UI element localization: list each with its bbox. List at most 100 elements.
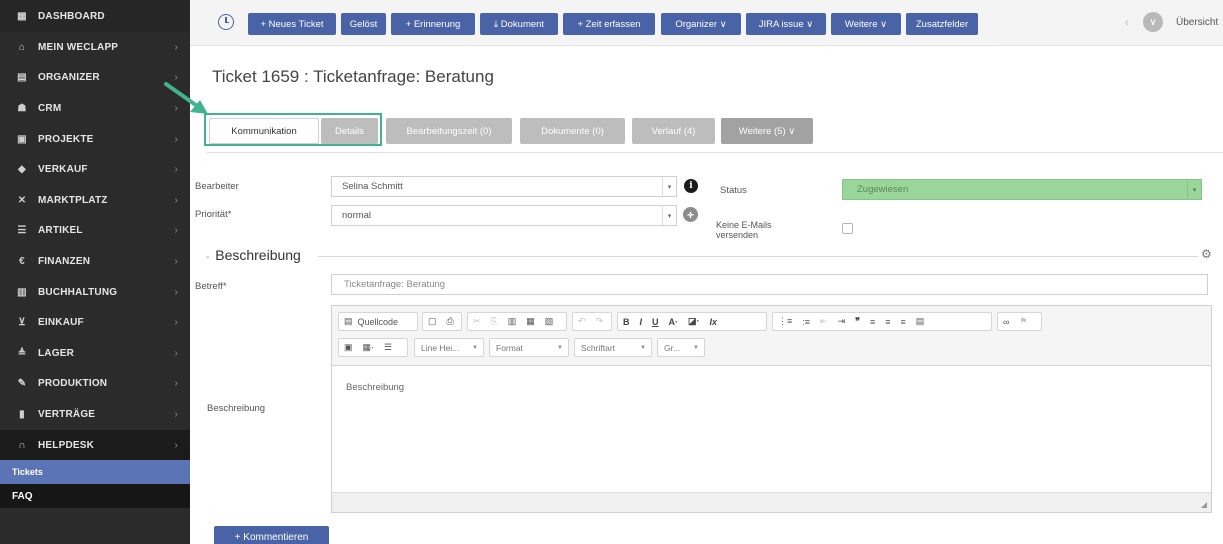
paste-text-icon[interactable]: ▦ [521, 316, 540, 327]
image-icon[interactable]: ▣ [339, 342, 358, 353]
justify-icon[interactable]: ▤ [911, 316, 930, 327]
line-height-dropdown[interactable]: Line Hei... ▼ [414, 338, 484, 357]
indent-icon[interactable]: ⇥ [833, 316, 851, 327]
sidebar-item-label: HELPDESK [38, 439, 95, 451]
undo-icon[interactable]: ↶ [573, 316, 591, 327]
sidebar-subitem-faq[interactable]: FAQ [0, 484, 190, 509]
tab-bearbeitungszeit[interactable]: Bearbeitungszeit (0) [386, 118, 512, 144]
redo-icon[interactable]: ↷ [591, 316, 609, 327]
blockquote-icon[interactable]: ❞ [850, 316, 865, 327]
more-dropdown[interactable]: Weitere ∨ [831, 13, 901, 35]
avatar[interactable]: ∨ [1143, 12, 1163, 32]
sidebar-item-mein-weclapp[interactable]: ⌂ MEIN WECLAPP › [0, 32, 190, 63]
cut-icon[interactable]: ✂ [468, 316, 486, 327]
extra-fields-button[interactable]: Zusatzfelder [906, 13, 978, 35]
new-ticket-button[interactable]: + Neues Ticket [248, 13, 336, 35]
horizontal-rule-icon[interactable]: ☰ [379, 342, 397, 353]
copy-icon[interactable]: ⎘ [486, 316, 503, 327]
warehouse-icon: ≜ [17, 347, 27, 359]
sidebar-item-label: BUCHHALTUNG [38, 286, 118, 298]
status-select[interactable]: Zugewiesen ▾ [842, 179, 1202, 200]
jira-issue-dropdown[interactable]: JIRA issue ∨ [746, 13, 826, 35]
font-color-icon[interactable]: A· [664, 317, 684, 327]
section-beschreibung[interactable]: - Beschreibung [206, 247, 301, 263]
italic-icon[interactable]: I [635, 317, 648, 327]
align-center-icon[interactable]: ≡ [880, 317, 895, 327]
sidebar-item-vertraege[interactable]: ▮ VERTRÄGE › [0, 399, 190, 430]
chevron-right-icon: › [174, 408, 178, 420]
sidebar-item-produktion[interactable]: ✎ PRODUKTION › [0, 369, 190, 400]
sidebar-item-label: DASHBOARD [38, 10, 105, 22]
format-group: B I U A· ◪· Ix [617, 312, 767, 331]
template-group: ▢ ⎙ [422, 312, 462, 331]
source-button[interactable]: ▤ Quellcode [338, 312, 418, 331]
outdent-icon[interactable]: ⇤ [815, 316, 833, 327]
resize-handle-icon[interactable] [1201, 502, 1207, 508]
sidebar-item-verkauf[interactable]: ◆ VERKAUF › [0, 154, 190, 185]
format-dropdown[interactable]: Format ▼ [489, 338, 569, 357]
editor-content[interactable]: Beschreibung [346, 382, 404, 393]
new-page-icon[interactable]: ▢ [423, 316, 442, 327]
link-icon[interactable]: ∞ [998, 317, 1014, 327]
sidebar-item-helpdesk[interactable]: ∩ HELPDESK › [0, 429, 190, 461]
resolved-button[interactable]: Gelöst [341, 13, 386, 35]
no-emails-label-line1: Keine E-Mails [716, 220, 772, 230]
print-icon[interactable]: ⎙ [442, 316, 459, 327]
background-color-icon[interactable]: ◪· [683, 316, 705, 327]
no-emails-checkbox[interactable] [842, 223, 853, 234]
collapse-icon[interactable]: - [206, 252, 209, 263]
overview-link[interactable]: Übersicht [1176, 17, 1218, 28]
chevron-right-icon: › [174, 225, 178, 237]
numbered-list-icon[interactable]: ⋮≡ [773, 316, 797, 327]
history-group: ↶ ↷ [572, 312, 612, 331]
sidebar-item-buchhaltung[interactable]: ▥ BUCHHALTUNG › [0, 277, 190, 308]
prioritaet-label: Priorität* [195, 209, 232, 220]
reminder-button[interactable]: + Erinnerung [391, 13, 475, 35]
sidebar-item-artikel[interactable]: ☰ ARTIKEL › [0, 216, 190, 247]
sidebar-item-label: PROJEKTE [38, 133, 94, 145]
paste-word-icon[interactable]: ▧ [540, 316, 559, 327]
bold-icon[interactable]: B [618, 317, 635, 327]
organizer-dropdown[interactable]: Organizer ∨ [661, 13, 741, 35]
paste-icon[interactable]: ▥ [503, 316, 522, 327]
sidebar-item-dashboard[interactable]: ▦ DASHBOARD [0, 0, 190, 32]
description-editor[interactable]: ▤ Quellcode ▢ ⎙ ✂ ⎘ ▥ ▦ ▧ ↶ ↷ B I U A· ◪… [331, 305, 1212, 513]
align-right-icon[interactable]: ≡ [896, 317, 911, 327]
tab-dokumente[interactable]: Dokumente (0) [520, 118, 625, 144]
link-group: ∞ ⚑ [997, 312, 1042, 331]
unlink-icon[interactable]: ⚑ [1014, 316, 1032, 327]
info-icon[interactable]: i [684, 179, 698, 193]
tab-highlight-box [204, 113, 382, 146]
tab-verlauf[interactable]: Verlauf (4) [632, 118, 715, 144]
tab-weitere[interactable]: Weitere (5) ∨ [721, 118, 813, 144]
prioritaet-select[interactable]: normal ▾ [331, 205, 677, 226]
sidebar-subitem-tickets[interactable]: Tickets [0, 460, 190, 485]
editor-toolbar: ▤ Quellcode ▢ ⎙ ✂ ⎘ ▥ ▦ ▧ ↶ ↷ B I U A· ◪… [332, 306, 1211, 366]
comment-button[interactable]: + Kommentieren [214, 526, 329, 544]
betreff-input[interactable]: Ticketanfrage: Beratung [331, 274, 1208, 295]
source-label: Quellcode [357, 316, 399, 327]
log-time-button[interactable]: + Zeit erfassen [563, 13, 655, 35]
briefcase-icon: ▣ [17, 133, 27, 145]
align-left-icon[interactable]: ≡ [865, 317, 880, 327]
gear-icon[interactable]: ⚙ [1201, 247, 1212, 261]
document-button[interactable]: ⤓ Dokument [480, 13, 558, 35]
sidebar-item-finanzen[interactable]: € FINANZEN › [0, 246, 190, 277]
dashboard-icon: ▦ [17, 10, 27, 22]
table-icon[interactable]: ▦· [358, 342, 380, 353]
sidebar-item-label: CRM [38, 102, 62, 114]
sidebar-item-lager[interactable]: ≜ LAGER › [0, 338, 190, 369]
bearbeiter-select[interactable]: Selina Schmitt ▾ [331, 176, 677, 197]
sidebar-item-einkauf[interactable]: ⊻ EINKAUF › [0, 307, 190, 338]
clock-icon[interactable] [218, 14, 234, 30]
underline-icon[interactable]: U [647, 317, 664, 327]
bullet-list-icon[interactable]: :≡ [797, 317, 815, 327]
font-size-dropdown[interactable]: Gr... ▼ [657, 338, 705, 357]
sidebar-item-projekte[interactable]: ▣ PROJEKTE › [0, 124, 190, 155]
add-priority-icon[interactable]: + [683, 207, 698, 222]
font-dropdown[interactable]: Schriftart ▼ [574, 338, 652, 357]
clear-format-icon[interactable]: Ix [705, 317, 723, 327]
sidebar-item-marktplatz[interactable]: ✕ MARKTPLATZ › [0, 185, 190, 216]
font-size-label: Gr... [664, 342, 681, 353]
section-title: Beschreibung [215, 247, 301, 263]
